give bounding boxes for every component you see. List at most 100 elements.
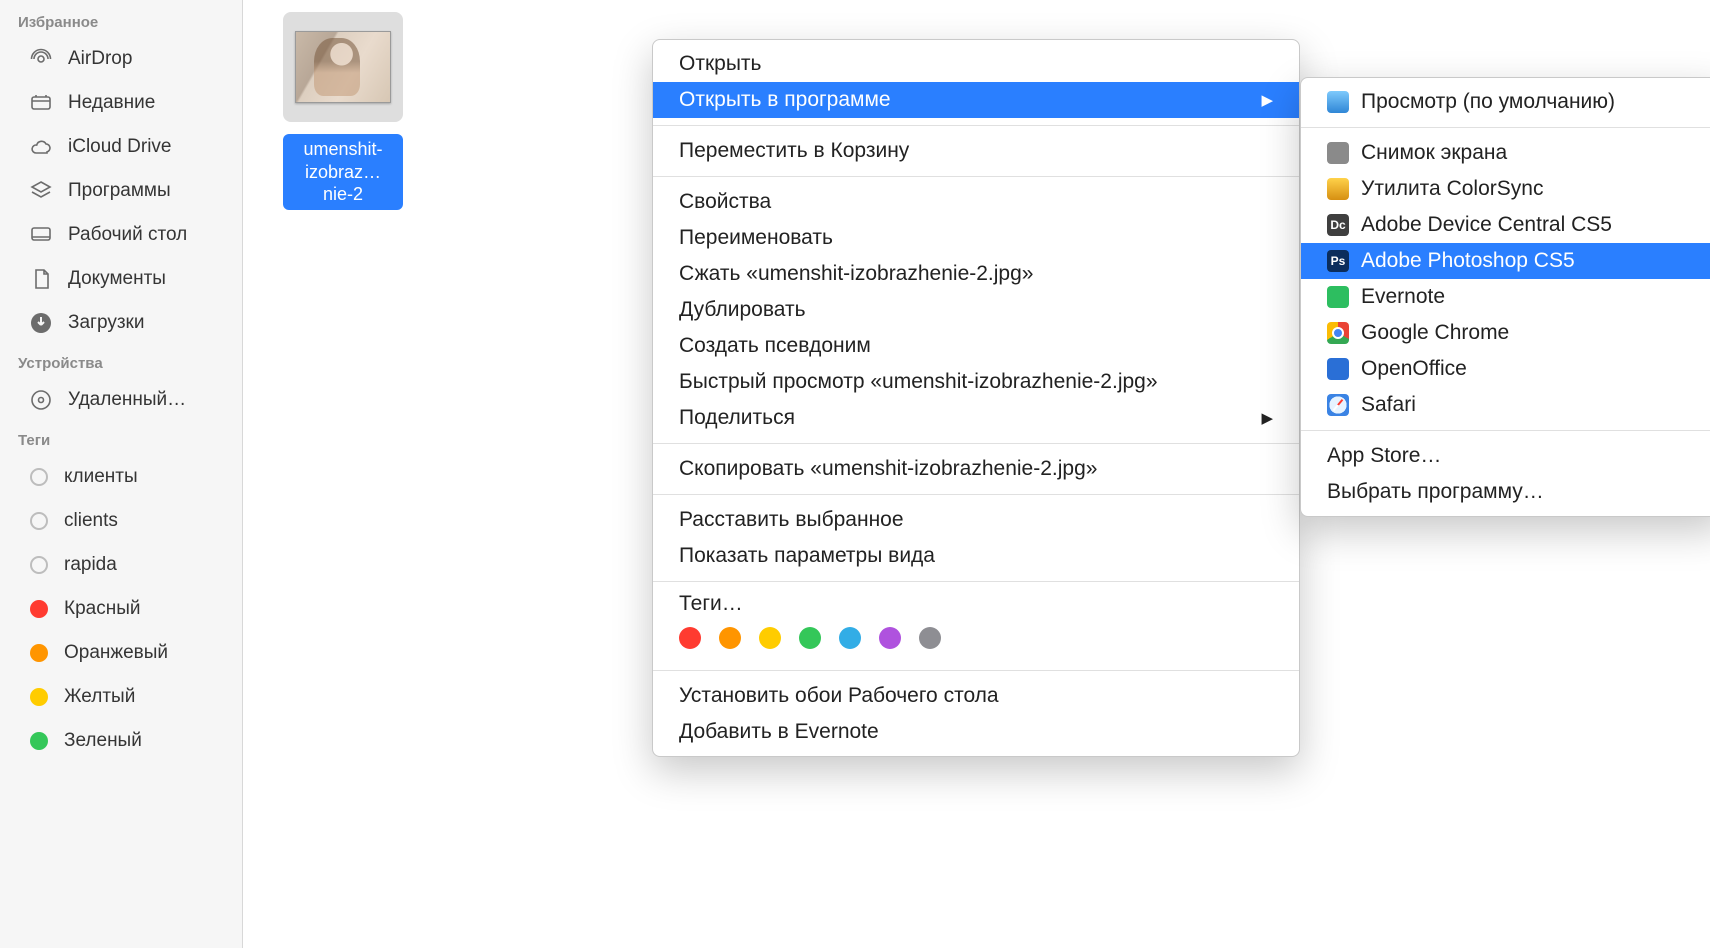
menu-item-copy[interactable]: Скопировать «umenshit-izobrazhenie-2.jpg… [653,451,1299,487]
menu-item-clean-up[interactable]: Расставить выбранное [653,502,1299,538]
sidebar-tag-item[interactable]: Красный [0,587,242,631]
disc-icon [28,387,54,413]
menu-item-label: Добавить в Evernote [679,720,879,744]
file-name-label[interactable]: umenshit-izobraz…nie-2 [283,134,403,210]
menu-item-label: Evernote [1361,285,1445,309]
sidebar-item-label: clients [64,510,118,532]
menu-item-label: App Store… [1327,444,1441,468]
tag-color-dot[interactable] [719,627,741,649]
submenu-item-colorsync[interactable]: Утилита ColorSync [1301,171,1710,207]
submenu-item-app-store[interactable]: App Store… [1301,438,1710,474]
menu-separator [653,125,1299,126]
menu-item-tags[interactable]: Теги… [653,589,1299,619]
tag-color-dot[interactable] [759,627,781,649]
sidebar-tag-item[interactable]: clients [0,499,242,543]
sidebar-tag-item[interactable]: Зеленый [0,719,242,763]
sidebar-item-label: Красный [64,598,140,620]
sidebar-item-label: Удаленный… [68,389,186,411]
menu-item-label: OpenOffice [1361,357,1467,381]
menu-item-label: Дублировать [679,298,806,322]
file-item-selected[interactable]: umenshit-izobraz…nie-2 [283,12,403,210]
menu-separator [653,670,1299,671]
menu-item-make-alias[interactable]: Создать псевдоним [653,328,1299,364]
desktop-icon [28,222,54,248]
document-icon [28,266,54,292]
menu-item-rename[interactable]: Переименовать [653,220,1299,256]
menu-item-label: Расставить выбранное [679,508,904,532]
openoffice-app-icon [1327,358,1349,380]
finder-icon-view[interactable]: umenshit-izobraz…nie-2 Открыть Открыть в… [243,0,1710,948]
applications-icon [28,178,54,204]
menu-item-label: Просмотр (по умолчанию) [1361,90,1615,114]
sidebar-item-icloud[interactable]: iCloud Drive [0,125,242,169]
submenu-item-openoffice[interactable]: OpenOffice [1301,351,1710,387]
tag-dot-empty-icon [30,512,48,530]
submenu-item-evernote[interactable]: Evernote [1301,279,1710,315]
context-menu: Открыть Открыть в программе ▶ Переместит… [652,39,1300,757]
open-with-submenu: Просмотр (по умолчанию) Снимок экрана Ут… [1300,77,1710,517]
menu-item-open[interactable]: Открыть [653,46,1299,82]
sidebar-tag-item[interactable]: Оранжевый [0,631,242,675]
sidebar-tag-item[interactable]: клиенты [0,455,242,499]
chevron-right-icon: ▶ [1261,91,1273,109]
sidebar-item-label: Оранжевый [64,642,168,664]
submenu-item-photoshop[interactable]: Ps Adobe Photoshop CS5 [1301,243,1710,279]
menu-item-label: Сжать «umenshit-izobrazhenie-2.jpg» [679,262,1033,286]
sidebar-tag-item[interactable]: rapida [0,543,242,587]
menu-item-view-options[interactable]: Показать параметры вида [653,538,1299,574]
colorsync-app-icon [1327,178,1349,200]
menu-item-label: Выбрать программу… [1327,480,1544,504]
submenu-item-device-central[interactable]: Dc Adobe Device Central CS5 [1301,207,1710,243]
tag-color-dot[interactable] [799,627,821,649]
sidebar-item-label: AirDrop [68,48,132,70]
menu-item-label: Safari [1361,393,1416,417]
submenu-item-chrome[interactable]: Google Chrome [1301,315,1710,351]
tag-color-dot[interactable] [679,627,701,649]
tag-dot-yellow-icon [30,688,48,706]
submenu-item-screenshot[interactable]: Снимок экрана [1301,135,1710,171]
menu-item-label: Adobe Photoshop CS5 [1361,249,1575,273]
menu-item-quick-look[interactable]: Быстрый просмотр «umenshit-izobrazhenie-… [653,364,1299,400]
menu-item-label: Создать псевдоним [679,334,871,358]
menu-item-label: Скопировать «umenshit-izobrazhenie-2.jpg… [679,457,1097,481]
sidebar-item-recents[interactable]: Недавние [0,81,242,125]
submenu-item-choose-app[interactable]: Выбрать программу… [1301,474,1710,510]
menu-item-duplicate[interactable]: Дублировать [653,292,1299,328]
image-thumbnail-icon [295,31,391,103]
sidebar-item-applications[interactable]: Программы [0,169,242,213]
submenu-item-safari[interactable]: Safari [1301,387,1710,423]
sidebar-tag-item[interactable]: Желтый [0,675,242,719]
menu-separator [1301,127,1710,128]
tag-color-dot[interactable] [879,627,901,649]
tag-color-row [653,619,1299,663]
submenu-item-preview[interactable]: Просмотр (по умолчанию) [1301,84,1710,120]
menu-item-label: Открыть [679,52,761,76]
menu-item-label: Открыть в программе [679,88,891,112]
menu-item-compress[interactable]: Сжать «umenshit-izobrazhenie-2.jpg» [653,256,1299,292]
finder-sidebar: Избранное AirDrop Недавние iCloud Drive … [0,0,243,948]
sidebar-section-tags: Теги [0,422,242,455]
finder-window: Избранное AirDrop Недавние iCloud Drive … [0,0,1710,948]
menu-separator [653,176,1299,177]
menu-item-set-wallpaper[interactable]: Установить обои Рабочего стола [653,678,1299,714]
tag-color-dot[interactable] [919,627,941,649]
menu-item-move-to-trash[interactable]: Переместить в Корзину [653,133,1299,169]
menu-item-open-with[interactable]: Открыть в программе ▶ [653,82,1299,118]
sidebar-item-label: клиенты [64,466,138,488]
sidebar-item-remote-disc[interactable]: Удаленный… [0,378,242,422]
sidebar-item-downloads[interactable]: Загрузки [0,301,242,345]
sidebar-item-documents[interactable]: Документы [0,257,242,301]
menu-item-add-to-evernote[interactable]: Добавить в Evernote [653,714,1299,750]
menu-item-label: Показать параметры вида [679,544,935,568]
sidebar-item-airdrop[interactable]: AirDrop [0,37,242,81]
sidebar-item-label: Зеленый [64,730,142,752]
cloud-icon [28,134,54,160]
menu-item-label: Установить обои Рабочего стола [679,684,999,708]
tag-dot-red-icon [30,600,48,618]
tag-color-dot[interactable] [839,627,861,649]
menu-item-get-info[interactable]: Свойства [653,184,1299,220]
sidebar-item-desktop[interactable]: Рабочий стол [0,213,242,257]
menu-item-share[interactable]: Поделиться ▶ [653,400,1299,436]
menu-item-label: Поделиться [679,406,795,430]
menu-item-label: Свойства [679,190,771,214]
